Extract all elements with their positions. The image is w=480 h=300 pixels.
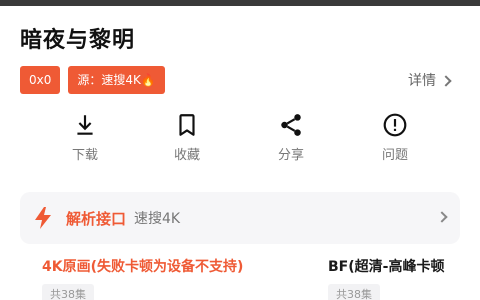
chevron-right-icon [440, 74, 452, 87]
download-button[interactable]: 下载 [50, 112, 120, 163]
parse-title: 解析接口 [66, 209, 127, 228]
details-link[interactable]: 详情 [408, 70, 452, 90]
resolution-tag: 0x0 [20, 66, 61, 94]
source-list: 4K原画(失败卡顿为设备不支持) 共38集 BF(超清-高峰卡顿 共38集 [0, 256, 480, 300]
share-button[interactable]: 分享 [256, 112, 326, 163]
tag-list: 0x0 源：速搜4K🔥 [20, 66, 165, 94]
report-label: 问题 [381, 148, 408, 163]
top-strip [0, 0, 480, 6]
source-name: BF(超清-高峰卡顿 [328, 259, 445, 275]
chevron-right-icon [436, 211, 448, 223]
source-tag[interactable]: 源：速搜4K🔥 [68, 66, 165, 94]
episode-count: 共38集 [42, 284, 94, 300]
action-bar: 下载 收藏 分享 问题 [30, 112, 460, 172]
alert-circle-icon [383, 113, 407, 137]
details-label: 详情 [408, 73, 436, 89]
share-label: 分享 [277, 148, 304, 163]
share-icon [281, 114, 301, 136]
source-name: 4K原画(失败卡顿为设备不支持) [42, 259, 244, 275]
download-label: 下载 [71, 148, 98, 163]
favorite-button[interactable]: 收藏 [152, 112, 222, 163]
source-item[interactable]: 4K原画(失败卡顿为设备不支持) 共38集 [42, 256, 243, 300]
download-icon [77, 115, 93, 135]
lightning-icon [35, 207, 51, 229]
parse-value: 速搜4K [134, 211, 181, 227]
episode-count: 共38集 [328, 284, 380, 300]
parse-interface-row[interactable]: 解析接口 速搜4K [20, 192, 460, 244]
favorite-label: 收藏 [173, 148, 200, 163]
source-item[interactable]: BF(超清-高峰卡顿 共38集 [328, 256, 444, 300]
page-title: 暗夜与黎明 [20, 28, 136, 53]
report-button[interactable]: 问题 [360, 112, 430, 163]
bookmark-icon [179, 114, 195, 136]
